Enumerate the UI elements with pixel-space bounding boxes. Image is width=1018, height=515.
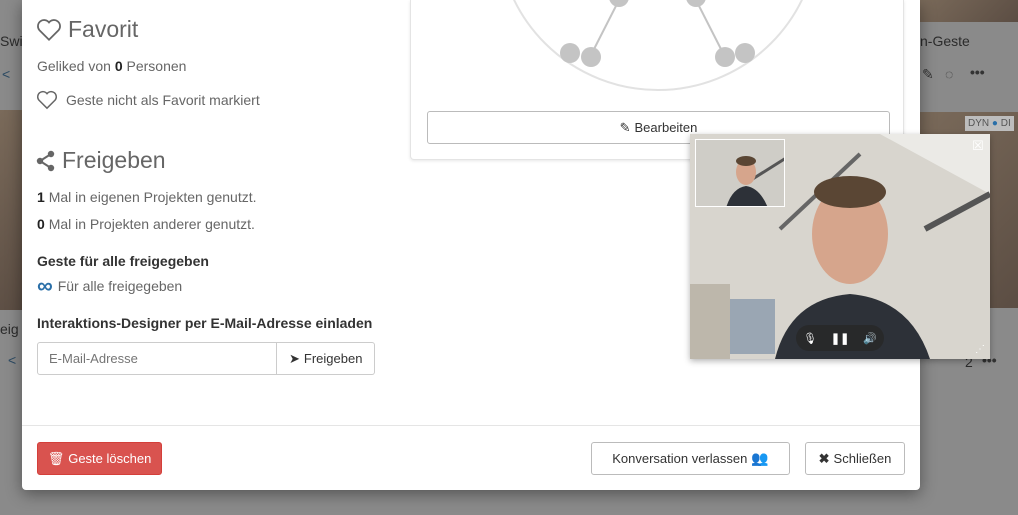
- background-gesture-thumbnail: [920, 0, 1018, 22]
- leave-conversation-button[interactable]: Konversation verlassen 👥: [591, 442, 790, 475]
- freigeben-title: Freigeben: [62, 147, 166, 173]
- close-icon: ✖: [818, 450, 830, 466]
- other-usage-text: 0 Mal in Projekten anderer genutzt.: [37, 216, 255, 232]
- more-icon: •••: [970, 64, 985, 80]
- footer-divider: [22, 425, 920, 426]
- mute-microphone-icon[interactable]: 🎙: [803, 332, 817, 345]
- gesture-graph: [513, 0, 803, 91]
- comment-icon: ◌: [945, 66, 954, 82]
- users-leave-icon: 👥: [751, 450, 769, 466]
- share-icon: <: [2, 66, 11, 82]
- delete-gesture-button[interactable]: 🗑 Geste löschen: [37, 442, 162, 475]
- shared-all-label: Geste für alle freigegeben: [37, 253, 209, 269]
- background-gesture-thumbnail: [0, 110, 22, 310]
- volume-icon[interactable]: 🔊: [863, 332, 877, 345]
- invite-form: ➤ Freigeben: [37, 342, 376, 375]
- email-input[interactable]: [37, 342, 277, 375]
- own-usage-text: 1 Mal in eigenen Projekten genutzt.: [37, 189, 257, 205]
- share-icon: [36, 150, 55, 171]
- resize-handle-icon[interactable]: ⋰: [975, 344, 987, 356]
- pencil-icon: ✎: [619, 119, 631, 135]
- self-video-preview: [695, 139, 785, 207]
- heart-outline-icon: [37, 90, 57, 110]
- share-button[interactable]: ➤ Freigeben: [277, 342, 376, 375]
- freigeben-heading: Freigeben: [36, 147, 166, 174]
- dyn-badge: DYN ● DI: [965, 116, 1014, 131]
- heart-icon: [37, 18, 61, 41]
- share-icon: <: [8, 352, 17, 368]
- shared-all-status: ∞ Für alle freigegeben: [37, 273, 183, 298]
- background-card-title: n-Geste: [920, 33, 970, 49]
- infinity-icon: ∞: [37, 273, 53, 298]
- favorit-title: Favorit: [68, 16, 139, 42]
- invite-label: Interaktions-Designer per E-Mail-Adresse…: [37, 315, 373, 331]
- favorit-heading: Favorit: [36, 16, 138, 43]
- video-close-icon[interactable]: ☒: [970, 138, 986, 154]
- video-controls: 🎙 ❚❚ 🔊: [796, 325, 884, 351]
- favorite-status: Geste nicht als Favorit markiert: [66, 92, 260, 108]
- attachment-icon: ✎: [922, 66, 934, 82]
- favorite-toggle[interactable]: Geste nicht als Favorit markiert: [36, 90, 260, 110]
- pause-icon[interactable]: ❚❚: [831, 332, 849, 345]
- paper-plane-icon: ➤: [289, 350, 300, 366]
- trash-icon: 🗑: [47, 450, 65, 466]
- liked-count: 0: [114, 58, 123, 74]
- video-chat-window[interactable]: ☒ 🎙 ❚❚ 🔊 ⋰: [690, 134, 990, 359]
- background-card-title: Swi: [0, 33, 23, 49]
- liked-by-text: Geliked von 0 Personen: [37, 58, 187, 74]
- background-card-title: eig: [0, 321, 19, 337]
- close-button[interactable]: ✖ Schließen: [805, 442, 905, 475]
